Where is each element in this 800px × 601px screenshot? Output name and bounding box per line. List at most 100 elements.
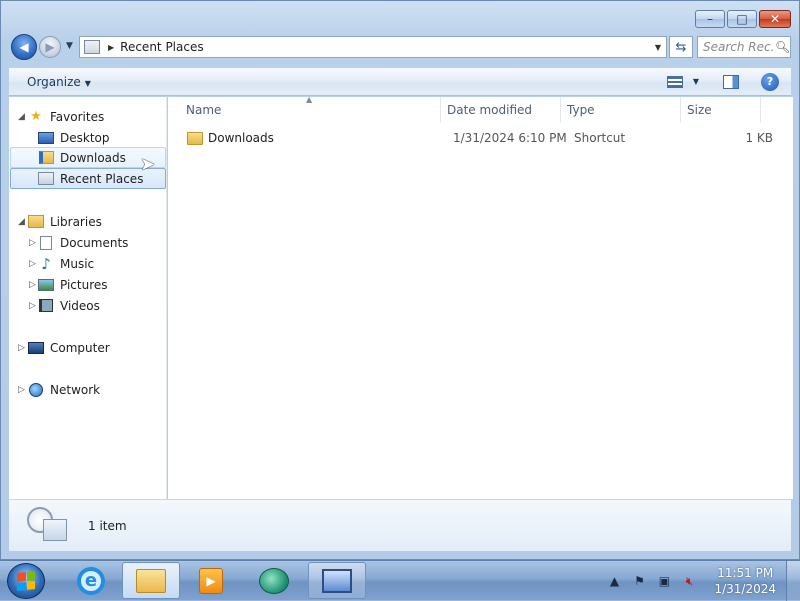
shortcut-folder-icon [187,131,203,145]
internet-explorer-icon: e [77,566,105,595]
computer-expand-icon[interactable]: ▷ [18,343,25,353]
maximize-button[interactable]: □ [727,10,757,28]
cell-name: Downloads [208,131,274,145]
refresh-icon: ⇆ [675,39,687,55]
refresh-button[interactable]: ⇆ [669,36,693,58]
column-label: Date modified [447,103,533,117]
details-pane: 1 item [9,499,791,551]
command-bar: Organize ▼ ▼ ? [9,67,791,96]
command-bar-right: ▼ ? [666,72,779,91]
table-row[interactable]: Downloads 1/31/2024 6:10 PM Shortcut 1 K… [168,128,793,148]
network-expand-icon[interactable]: ▷ [18,385,25,395]
tree-item-documents[interactable]: Documents [38,232,128,253]
videos-expand-icon[interactable]: ▷ [29,301,36,311]
close-button[interactable]: ✕ [759,10,791,28]
action-center-flag-icon[interactable]: ⚑ [631,573,647,589]
start-button[interactable] [7,563,45,599]
column-type[interactable]: Type [561,97,681,123]
maximize-icon: □ [736,12,748,26]
computer-icon [28,341,44,355]
windows-explorer-icon [136,568,166,593]
forward-button[interactable]: ▶ [39,36,61,58]
item-count: 1 item [88,518,127,533]
search-box[interactable]: 🔍︎ [697,36,791,58]
tree-label: Documents [60,235,129,250]
forward-arrow-icon: ▶ [45,40,55,54]
taskbar-clock[interactable]: 11:51 PM 1/31/2024 [714,565,776,597]
clock-time: 11:51 PM [717,566,774,580]
back-button[interactable]: ◀ [11,34,37,60]
help-icon[interactable]: ? [761,72,779,91]
back-arrow-icon: ◀ [19,40,29,54]
taskbar-app[interactable] [245,562,303,599]
column-headers: ▲ Name Date modified Type Size [168,95,793,123]
address-bar[interactable]: ▶ Recent Places ▼ [79,36,667,58]
tree-item-computer[interactable]: Computer [28,337,110,358]
search-input[interactable] [703,40,773,54]
music-expand-icon[interactable]: ▷ [29,259,36,269]
pictures-expand-icon[interactable]: ▷ [29,280,36,290]
mouse-pointer-icon: ➤ [140,154,156,175]
organize-button[interactable]: Organize ▼ [27,75,91,89]
taskbar-remote-desktop[interactable] [308,562,366,599]
tree-label: Computer [50,340,110,355]
tree-item-videos[interactable]: Videos [38,295,100,316]
taskbar-windows-explorer[interactable] [122,562,180,599]
organize-dropdown-icon: ▼ [84,78,91,88]
tree-item-favorites[interactable]: ★ Favorites [28,106,104,127]
network-icon [28,382,44,397]
recent-places-icon [84,40,100,54]
volume-muted-icon[interactable]: 🔇︎ [681,573,697,589]
tree-item-network[interactable]: Network [28,379,100,400]
organize-label: Organize [27,74,81,89]
show-hidden-icons-icon[interactable]: ▲ [606,573,622,589]
history-dropdown-icon[interactable]: ▼ [66,41,73,51]
network-status-icon[interactable]: ▣ [656,573,672,589]
address-dropdown-icon[interactable]: ▼ [655,43,661,52]
favorites-collapse-icon[interactable]: ◢ [18,112,25,122]
tree-label: Desktop [60,130,110,145]
search-icon[interactable]: 🔍︎ [775,40,790,54]
tree-item-music[interactable]: ♪ Music [38,253,94,274]
file-list: ▲ Name Date modified Type Size Downloads… [168,95,793,499]
column-label: Size [687,103,712,117]
clock-date: 1/31/2024 [714,582,776,596]
column-name[interactable]: ▲ Name [168,95,441,123]
system-tray: ▲ ⚑ ▣ 🔇︎ 11:51 PM 1/31/2024 [606,561,800,601]
view-options-dropdown-icon[interactable]: ▼ [693,77,699,86]
tree-label: Music [60,256,95,271]
recent-places-icon [38,172,54,186]
documents-icon [38,235,54,250]
tree-item-desktop[interactable]: Desktop [38,127,110,148]
taskbar: e ▶ ▲ ⚑ ▣ 🔇︎ 11:51 PM 1/31/2024 [0,560,800,601]
tree-label: Network [50,382,101,397]
tree-item-pictures[interactable]: Pictures [38,274,108,295]
change-view-icon[interactable] [666,75,683,88]
column-size[interactable]: Size [681,97,761,123]
taskbar-internet-explorer[interactable]: e [62,562,120,599]
tree-label: Libraries [50,214,102,229]
column-label: Name [186,103,222,117]
breadcrumb-recent-places[interactable]: Recent Places [120,40,203,54]
tree-label: Favorites [50,109,105,124]
windows-logo-icon [17,571,35,591]
favorites-star-icon: ★ [30,109,42,124]
navigation-row: ◀ ▶ ▼ ▶ Recent Places ▼ ⇆ 🔍︎ [11,34,791,60]
breadcrumb-chevron-icon[interactable]: ▶ [108,43,114,52]
documents-expand-icon[interactable]: ▷ [29,238,36,248]
libraries-collapse-icon[interactable]: ◢ [18,217,25,227]
cell-type: Shortcut [574,131,626,145]
pictures-icon [38,278,54,292]
downloads-folder-icon [38,151,54,165]
media-player-icon: ▶ [199,567,223,594]
show-desktop-button[interactable] [786,561,800,601]
minimize-button[interactable]: – [695,10,725,28]
tree-item-libraries[interactable]: Libraries [28,211,102,232]
preview-pane-icon[interactable] [723,74,739,89]
tree-label: Recent Places [60,171,144,186]
minimize-icon: – [707,12,713,26]
cell-size: 1 KB [745,131,773,145]
column-date-modified[interactable]: Date modified [441,97,561,123]
taskbar-media-player[interactable]: ▶ [182,562,240,599]
column-label: Type [567,103,595,117]
